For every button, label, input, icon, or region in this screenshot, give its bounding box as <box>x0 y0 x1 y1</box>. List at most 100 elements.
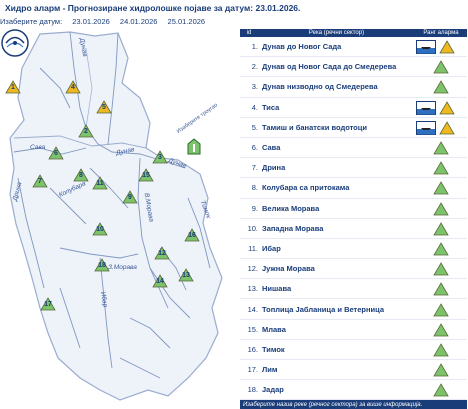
map-marker-10[interactable]: 10 <box>92 222 108 236</box>
alarm-triangle-icon <box>433 161 449 175</box>
map-marker-6[interactable]: 6 <box>48 146 64 160</box>
table-row[interactable]: 6. Сава <box>240 138 467 159</box>
row-alarm-rank <box>415 57 467 76</box>
table-row[interactable]: 13. Нишава <box>240 279 467 300</box>
map-marker-number: 13 <box>182 272 190 279</box>
row-alarm-rank <box>415 118 467 137</box>
row-river-name[interactable]: Дунав од Новог Сада до Смедерева <box>260 62 415 71</box>
row-river-name[interactable]: Велика Морава <box>260 204 415 213</box>
table-header: id Река (речни сектор) Ранг аларма <box>240 29 467 37</box>
table-row[interactable]: 11. Ибар <box>240 239 467 260</box>
row-river-name[interactable]: Западна Морава <box>260 224 415 233</box>
table-row[interactable]: 15. Млава <box>240 320 467 340</box>
row-id: 12. <box>247 264 258 274</box>
row-river-name[interactable]: Дунав до Новог Сада <box>260 42 415 51</box>
map-marker-18[interactable]: 18 <box>94 258 110 272</box>
alarm-triangle-icon <box>439 121 455 135</box>
table-row[interactable]: 16. Тимок <box>240 340 467 360</box>
row-river-name[interactable]: Тиса <box>260 103 415 112</box>
map-marker-number: 2 <box>84 128 88 135</box>
row-river-name[interactable]: Ибар <box>260 244 415 253</box>
map-marker-5[interactable]: 5 <box>96 100 112 114</box>
map-marker-number: 8 <box>79 172 83 179</box>
map-marker-1[interactable]: 1 <box>5 80 21 94</box>
map-marker-17[interactable]: 17 <box>40 297 56 311</box>
row-id: 13. <box>247 284 258 294</box>
page-title: Хидро аларм - Прогнозиране хидролошке по… <box>5 3 301 13</box>
row-id: 10. <box>247 223 258 233</box>
alarm-triangle-icon <box>433 181 449 195</box>
map-marker-number: 10 <box>96 226 104 233</box>
row-id: 8. <box>251 183 258 193</box>
alarm-triangle-icon <box>433 242 449 256</box>
row-alarm-rank <box>415 219 467 238</box>
row-river-name[interactable]: Јадар <box>260 385 415 394</box>
map-marker-12[interactable]: 12 <box>154 246 170 260</box>
date-link-2[interactable]: 24.01.2026 <box>120 17 158 26</box>
map-marker-number: 9 <box>128 194 132 201</box>
table-row[interactable]: 14. Топлица Јабланица и Ветерница <box>240 299 467 320</box>
map-marker-2[interactable]: 2 <box>78 124 94 138</box>
map-marker-9[interactable]: 9 <box>122 190 138 204</box>
map-marker-3[interactable]: 3 <box>152 150 168 164</box>
row-river-name[interactable]: Млава <box>260 325 415 334</box>
row-river-name[interactable]: Дрина <box>260 163 415 172</box>
date-link-3[interactable]: 25.01.2026 <box>168 17 206 26</box>
table-row[interactable]: 17. Лим <box>240 360 467 381</box>
map-marker-15[interactable]: 15 <box>138 168 154 182</box>
ice-warning-icon <box>416 120 436 135</box>
alarm-triangle-icon <box>433 221 449 236</box>
alarm-triangle-icon <box>433 363 449 377</box>
table-row[interactable]: 7. Дрина <box>240 158 467 179</box>
alarm-triangle-icon <box>433 141 449 155</box>
date-selector: Изаберите датум: 23.01.2026 24.01.2026 2… <box>0 17 213 26</box>
table-row[interactable]: 3. Дунав низводно од Смедерева <box>240 77 467 98</box>
row-id: 11. <box>248 243 258 253</box>
alarm-triangle-icon <box>433 282 449 296</box>
map-marker-number: 12 <box>158 250 166 257</box>
row-alarm-rank <box>415 138 467 157</box>
row-river-name[interactable]: Топлица Јабланица и Ветерница <box>260 305 415 314</box>
alarm-triangle-icon <box>433 262 449 276</box>
row-river-name[interactable]: Нишава <box>260 284 415 293</box>
row-id: 5. <box>251 122 258 132</box>
table-row[interactable]: 18. Јадар <box>240 380 467 401</box>
map-marker-11[interactable]: 11 <box>92 176 108 190</box>
table-row[interactable]: 4. Тиса <box>240 98 467 118</box>
alarm-triangle-icon <box>433 343 449 357</box>
row-id: 3. <box>251 82 258 92</box>
row-river-name[interactable]: Тамиш и банатски водотоци <box>260 123 415 132</box>
map-marker-number: 14 <box>156 278 164 285</box>
date-link-1[interactable]: 23.01.2026 <box>72 17 110 26</box>
row-river-name[interactable]: Јужна Морава <box>260 264 415 273</box>
table-row[interactable]: 12. Јужна Морава <box>240 259 467 280</box>
row-alarm-rank <box>415 300 467 319</box>
map-marker-16[interactable]: 16 <box>184 228 200 242</box>
map-marker-13[interactable]: 13 <box>178 268 194 282</box>
row-alarm-rank <box>415 259 467 278</box>
map-marker-4[interactable]: 4 <box>65 80 81 94</box>
row-id: 18. <box>247 385 258 395</box>
map-marker-14[interactable]: 14 <box>152 274 168 288</box>
table-row[interactable]: 1. Дунав до Новог Сада <box>240 37 467 58</box>
row-river-name[interactable]: Тимок <box>260 345 415 354</box>
row-river-name[interactable]: Сава <box>260 143 415 152</box>
map-marker-number: 15 <box>142 172 150 179</box>
table-row[interactable]: 5. Тамиш и банатски водотоци <box>240 118 467 138</box>
row-river-name[interactable]: Дунав низводно од Смедерева <box>260 82 415 91</box>
map-marker-8[interactable]: 8 <box>73 168 89 182</box>
serbia-river-map: Дунав Дунав Дунав Сава Дрина Колубара В.… <box>0 28 238 407</box>
alarm-triangle-icon <box>433 383 449 397</box>
table-row[interactable]: 2. Дунав од Новог Сада до Смедерева <box>240 57 467 78</box>
hand-pointer-icon <box>187 138 201 155</box>
table-row[interactable]: 9. Велика Морава <box>240 199 467 219</box>
row-alarm-rank <box>415 98 467 117</box>
table-row[interactable]: 10. Западна Морава <box>240 219 467 239</box>
map-marker-7[interactable]: 7 <box>32 174 48 188</box>
row-id: 7. <box>251 163 258 173</box>
row-river-name[interactable]: Лим <box>260 365 415 374</box>
table-row[interactable]: 8. Колубара са притокама <box>240 178 467 199</box>
row-river-name[interactable]: Колубара са притокама <box>260 183 415 192</box>
row-id: 2. <box>251 62 258 72</box>
alarm-triangle-icon <box>433 80 449 94</box>
